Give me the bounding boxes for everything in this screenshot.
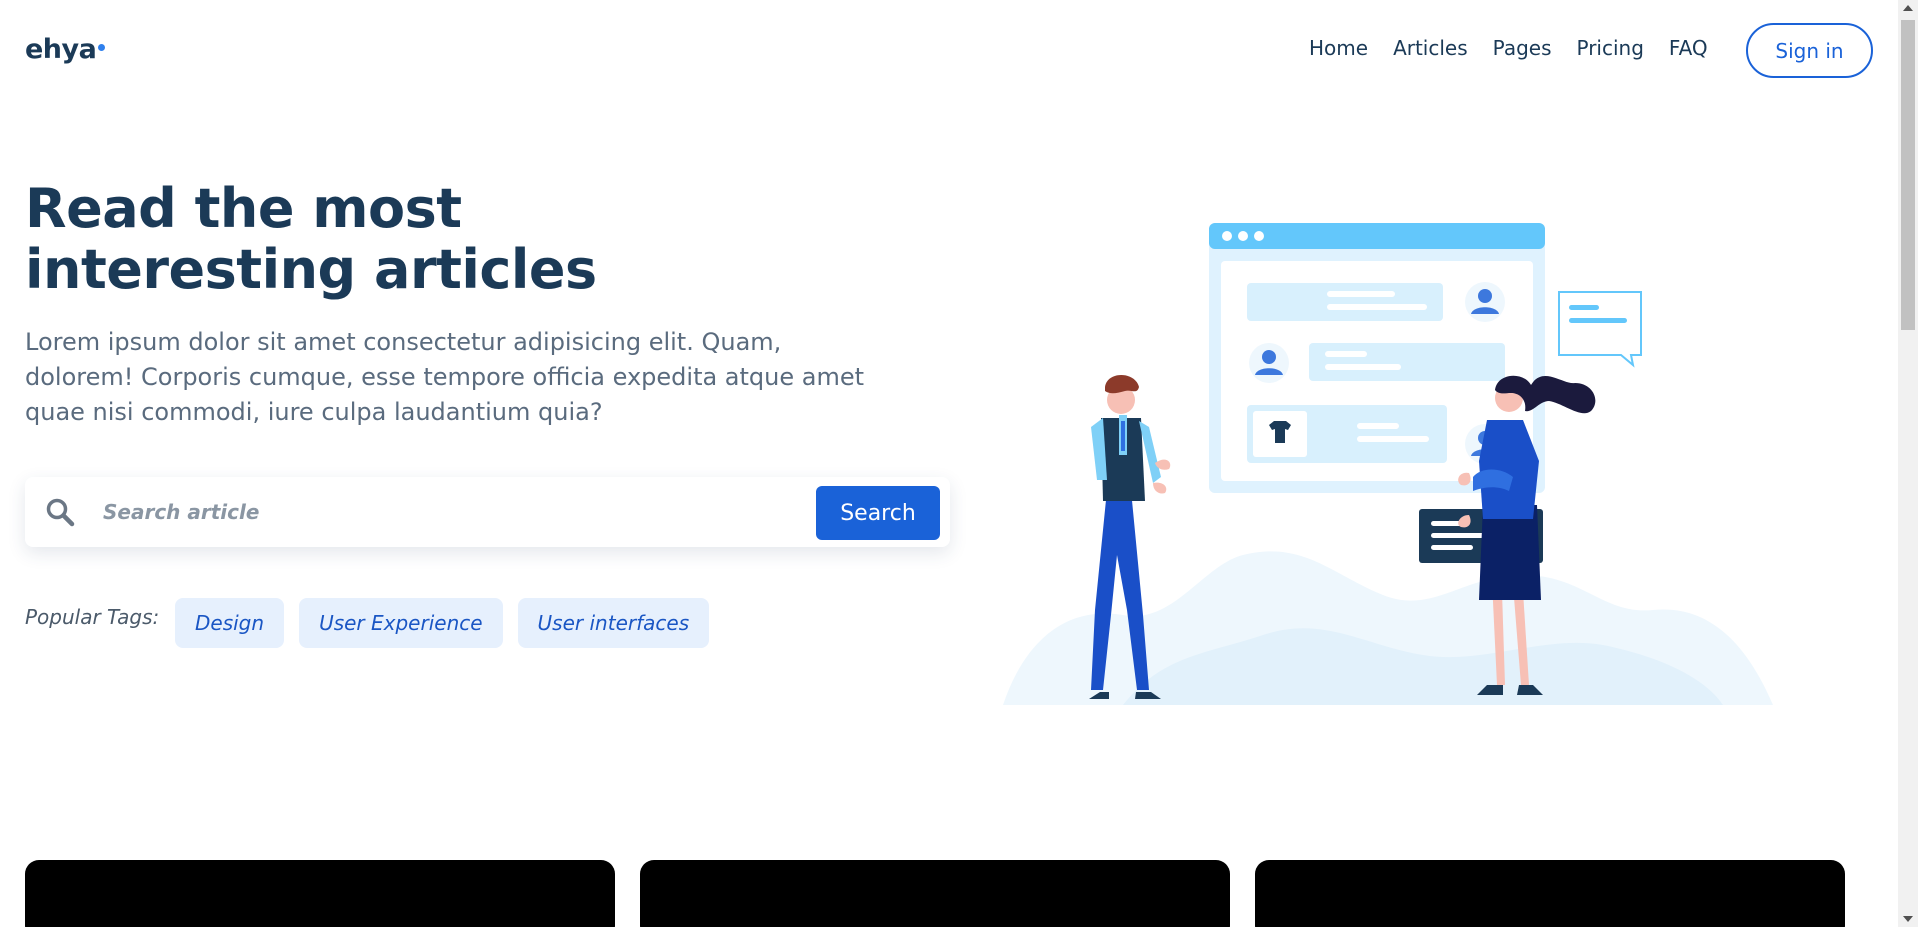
tag-user-interfaces[interactable]: User interfaces bbox=[517, 598, 710, 648]
search-icon bbox=[45, 497, 75, 527]
scrollbar-thumb[interactable] bbox=[1901, 20, 1915, 330]
search-button[interactable]: Search bbox=[816, 486, 940, 540]
nav-link-articles[interactable]: Articles bbox=[1393, 36, 1468, 60]
sign-in-button[interactable]: Sign in bbox=[1746, 23, 1873, 78]
popular-tags: Design User Experience User interfaces bbox=[175, 598, 710, 648]
nav-link-faq[interactable]: FAQ bbox=[1669, 36, 1708, 60]
hero-title: Read the most interesting articles bbox=[25, 178, 725, 300]
tag-design[interactable]: Design bbox=[175, 598, 285, 648]
article-card-3[interactable] bbox=[1255, 860, 1845, 927]
logo-text: ehya bbox=[25, 34, 97, 65]
article-card-1[interactable] bbox=[25, 860, 615, 927]
scroll-down-arrow-icon[interactable] bbox=[1903, 916, 1913, 922]
logo-dot bbox=[98, 44, 106, 51]
search-bar: Search bbox=[25, 477, 950, 547]
chat-bubble-graphic bbox=[1558, 291, 1642, 368]
logo[interactable]: ehya bbox=[25, 34, 106, 65]
scroll-up-arrow-icon[interactable] bbox=[1903, 5, 1913, 11]
popular-tags-label: Popular Tags: bbox=[25, 605, 160, 629]
hero-title-line-2: interesting articles bbox=[25, 238, 597, 301]
nav-link-pages[interactable]: Pages bbox=[1493, 36, 1552, 60]
site-header: ehya Home Articles Pages Pricing FAQ Sig… bbox=[0, 0, 1898, 102]
main-nav: Home Articles Pages Pricing FAQ bbox=[1309, 36, 1708, 60]
hero-illustration bbox=[1003, 215, 1773, 705]
tag-user-experience[interactable]: User Experience bbox=[299, 598, 503, 648]
hero-description: Lorem ipsum dolor sit amet consectetur a… bbox=[25, 328, 865, 426]
search-input[interactable] bbox=[103, 492, 793, 532]
nav-link-home[interactable]: Home bbox=[1309, 36, 1368, 60]
article-card-2[interactable] bbox=[640, 860, 1230, 927]
page-scrollbar[interactable] bbox=[1898, 0, 1918, 927]
hero-title-line-1: Read the most bbox=[25, 177, 462, 240]
nav-link-pricing[interactable]: Pricing bbox=[1577, 36, 1644, 60]
